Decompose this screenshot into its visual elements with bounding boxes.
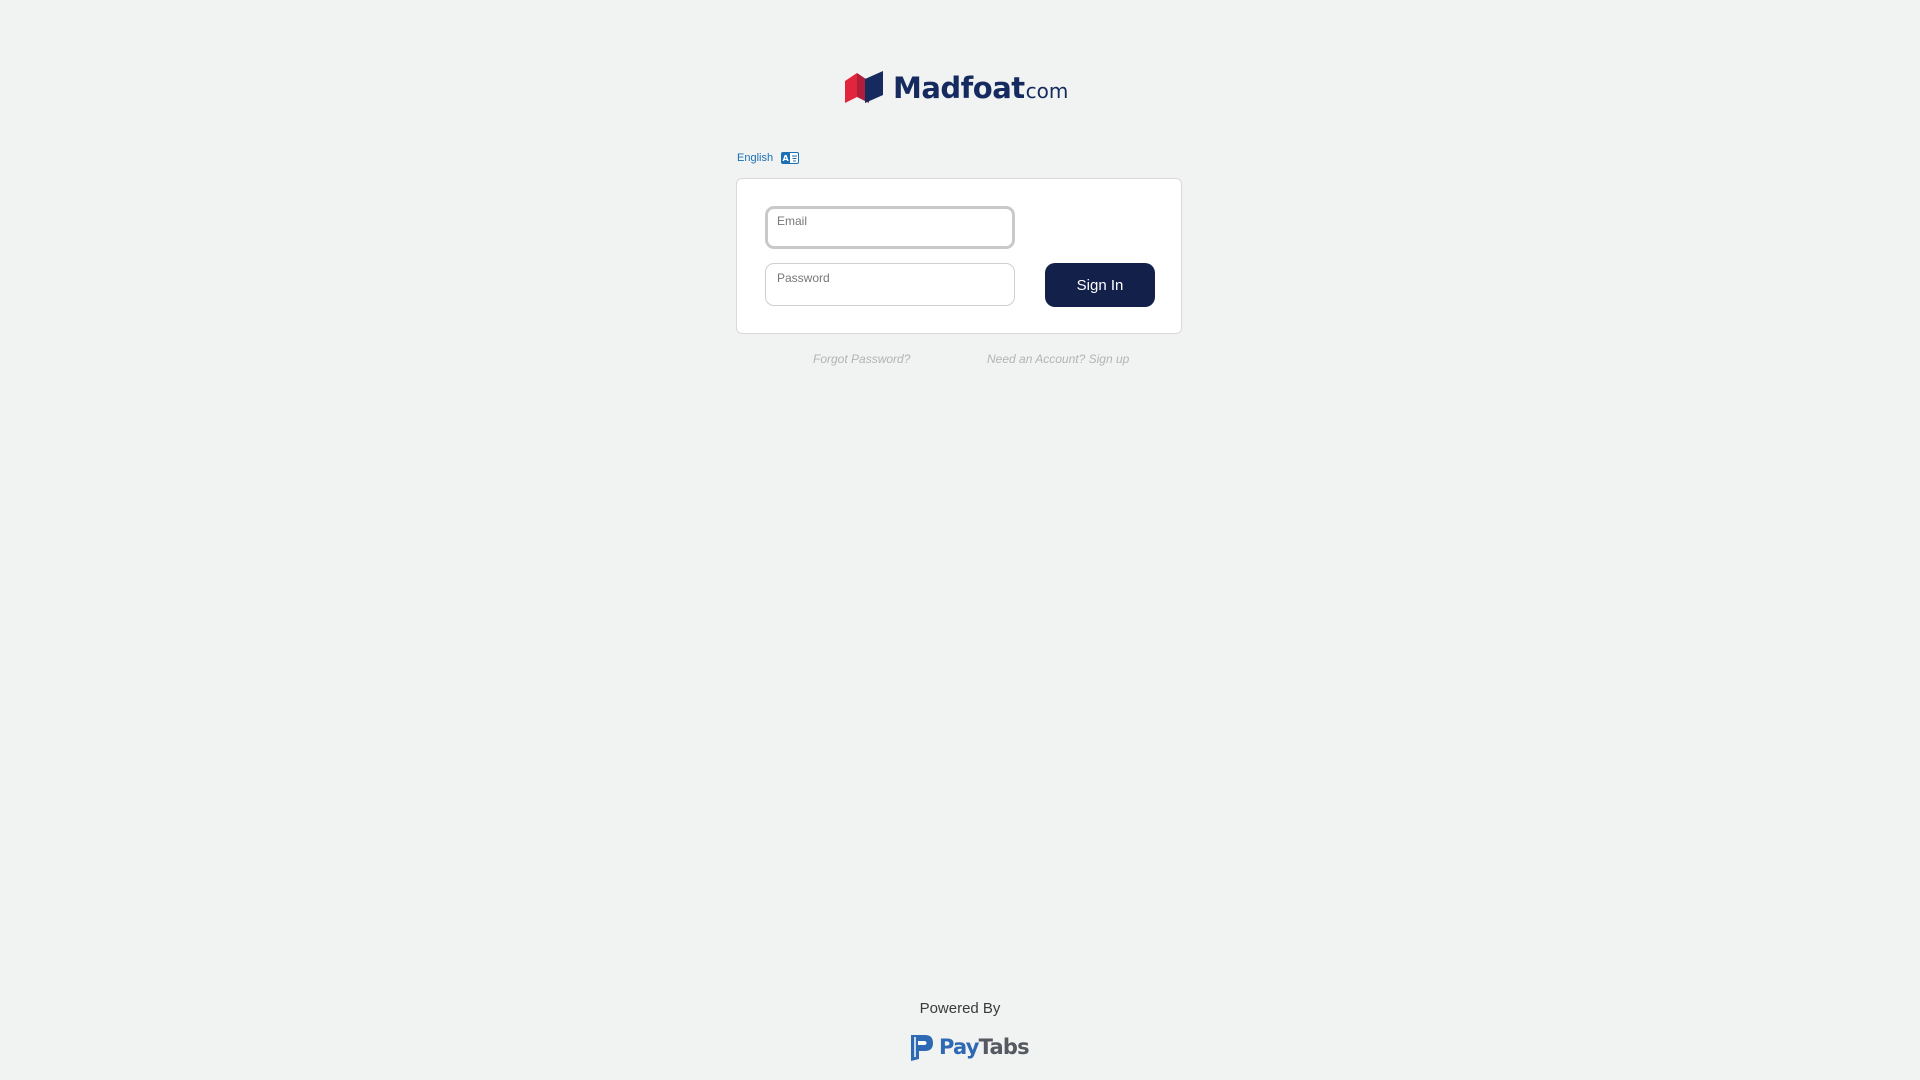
language-switcher[interactable]: English A xyxy=(737,152,800,164)
password-field[interactable]: Password xyxy=(765,263,1015,306)
paytabs-tabs-text: Tabs xyxy=(978,1035,1030,1059)
password-label: Password xyxy=(777,271,830,285)
madfoat-logo-icon xyxy=(845,71,883,103)
paytabs-wordmark: PayTabs xyxy=(939,1035,1030,1059)
email-input[interactable] xyxy=(779,226,1002,242)
brand-name: Madfoat xyxy=(893,71,1025,105)
translate-icon: A xyxy=(781,152,800,164)
language-label: English xyxy=(737,152,774,164)
svg-text:A: A xyxy=(783,154,790,163)
paytabs-logo: PayTabs xyxy=(909,1032,1030,1062)
forgot-password-link[interactable]: Forgot Password? xyxy=(813,352,910,366)
paytabs-logo-icon xyxy=(911,1035,933,1061)
sign-in-button[interactable]: Sign In xyxy=(1045,263,1155,307)
login-page: Madfoat com English A Email Password Sig… xyxy=(0,0,1920,1080)
password-input[interactable] xyxy=(777,285,1004,301)
powered-by-label: Powered By xyxy=(919,1000,1001,1017)
login-card: Email Password Sign In xyxy=(736,178,1182,334)
madfoat-logo: Madfoat com xyxy=(845,70,1068,106)
paytabs-pay-text: Pay xyxy=(939,1035,979,1059)
signup-link[interactable]: Need an Account? Sign up xyxy=(987,352,1129,366)
email-field[interactable]: Email xyxy=(765,206,1015,249)
brand-tld: com xyxy=(1025,79,1069,103)
